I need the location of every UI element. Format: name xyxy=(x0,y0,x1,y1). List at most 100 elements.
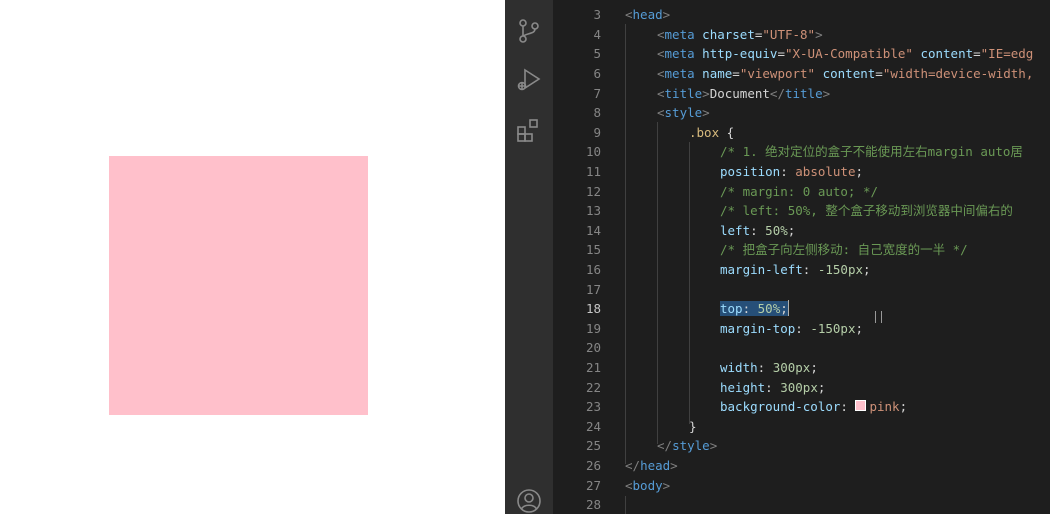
token: "width=device-width, xyxy=(882,66,1034,81)
token: 50% xyxy=(765,223,788,238)
token: > xyxy=(662,478,671,493)
code-line-18: top: 50%; xyxy=(720,299,789,319)
token: title xyxy=(784,86,823,101)
token: left xyxy=(720,223,751,238)
token: : xyxy=(757,360,773,375)
token: .box xyxy=(689,125,720,140)
token: style xyxy=(664,105,703,120)
token: : xyxy=(802,262,818,277)
token: > xyxy=(702,86,710,101)
token: style xyxy=(672,438,710,453)
code-line-23: background-color: pink; xyxy=(720,397,907,417)
token: </ xyxy=(769,86,785,101)
code-line-25: </style> xyxy=(657,436,717,456)
token: head xyxy=(632,7,663,22)
color-swatch-icon[interactable] xyxy=(855,400,867,411)
token: < xyxy=(657,86,665,101)
line-number: 14 xyxy=(585,223,601,238)
token: absolute xyxy=(795,164,856,179)
token: meta xyxy=(664,46,695,61)
line-number: 19 xyxy=(585,321,601,336)
code-line-3: <head> xyxy=(625,5,670,25)
token: /* 1. 绝对定位的盒子不能使用左右margin auto居 xyxy=(720,144,1023,159)
token: ; xyxy=(863,262,871,277)
line-number: 25 xyxy=(585,438,601,453)
code-line-6: <meta name="viewport" content="width=dev… xyxy=(657,64,1033,84)
token: < xyxy=(625,7,633,22)
code-line-7: <title>Document</title> xyxy=(657,84,830,104)
token: < xyxy=(657,27,665,42)
line-number: 16 xyxy=(585,262,601,277)
code-line-15: /* 把盒子向左侧移动: 自己宽度的一半 */ xyxy=(720,240,968,260)
token: -150px xyxy=(810,321,856,336)
line-number: 21 xyxy=(585,360,601,375)
indent-guide xyxy=(625,24,626,464)
token: : xyxy=(765,380,781,395)
token: meta xyxy=(664,27,695,42)
token: ; xyxy=(817,380,826,395)
token: title xyxy=(664,86,703,101)
code-line-4: <meta charset="UTF-8"> xyxy=(657,25,823,45)
token: } xyxy=(689,419,697,434)
line-number: 8 xyxy=(593,105,601,120)
browser-preview xyxy=(0,0,505,514)
indent-guide xyxy=(657,122,658,444)
source-control-icon[interactable] xyxy=(515,17,543,45)
token: "viewport" xyxy=(739,66,816,81)
extensions-icon[interactable] xyxy=(515,117,543,145)
token: "UTF-8" xyxy=(762,27,816,42)
token: > xyxy=(662,7,671,22)
mouse-text-cursor-icon xyxy=(875,311,882,323)
token: /* margin: 0 auto; */ xyxy=(720,184,879,199)
token: background-color xyxy=(720,399,841,414)
line-number: 2 xyxy=(551,0,601,5)
token: -150px xyxy=(817,262,864,277)
line-number: 27 xyxy=(585,478,601,493)
token: </ xyxy=(625,458,641,473)
token: 50% xyxy=(757,301,781,316)
code-line-24: } xyxy=(689,417,697,437)
token: http-equiv xyxy=(702,46,778,61)
code-line-16: margin-left: -150px; xyxy=(720,260,871,280)
code-line-8: <style> xyxy=(657,103,710,123)
token: > xyxy=(709,438,718,453)
token: : xyxy=(840,399,856,414)
token: margin-top xyxy=(720,321,796,336)
line-number: 23 xyxy=(585,399,601,414)
code-line-14: left: 50%; xyxy=(720,221,795,241)
token: = xyxy=(973,46,981,61)
token: : xyxy=(742,301,758,316)
code-editor: 2 3 4 5 6 7 8 9 10 11 12 13 14 15 16 17 … xyxy=(505,0,1050,514)
token: { xyxy=(719,125,735,140)
token: 300px xyxy=(772,360,811,375)
token: < xyxy=(657,46,665,61)
token: content xyxy=(822,66,876,81)
account-icon[interactable] xyxy=(515,487,543,514)
token: < xyxy=(625,478,633,493)
line-number: 10 xyxy=(585,144,601,159)
token: ; xyxy=(787,223,796,238)
token: : xyxy=(750,223,766,238)
activity-bar xyxy=(505,0,553,514)
line-number: 15 xyxy=(585,242,601,257)
line-number: 12 xyxy=(585,184,601,199)
token: position xyxy=(720,164,781,179)
code-area[interactable]: <head> <meta charset="UTF-8"> <meta http… xyxy=(621,0,1050,514)
line-number: 26 xyxy=(585,458,601,473)
token: = xyxy=(777,46,785,61)
pink-box xyxy=(109,156,368,415)
code-line-11: position: absolute; xyxy=(720,162,863,182)
code-line-13: /* left: 50%, 整个盒子移动到浏览器中间偏右的 xyxy=(720,201,1013,221)
token: ; xyxy=(899,399,908,414)
line-number: 20 xyxy=(585,340,601,355)
token: margin-left xyxy=(720,262,803,277)
token: head xyxy=(640,458,671,473)
code-line-12: /* margin: 0 auto; */ xyxy=(720,182,878,202)
token: "IE=edg xyxy=(980,46,1034,61)
code-line-27: <body> xyxy=(625,476,670,496)
token: = xyxy=(875,66,883,81)
token: top xyxy=(720,301,743,316)
line-number: 11 xyxy=(585,164,601,179)
run-debug-icon[interactable] xyxy=(515,66,543,94)
token: ; xyxy=(855,321,864,336)
